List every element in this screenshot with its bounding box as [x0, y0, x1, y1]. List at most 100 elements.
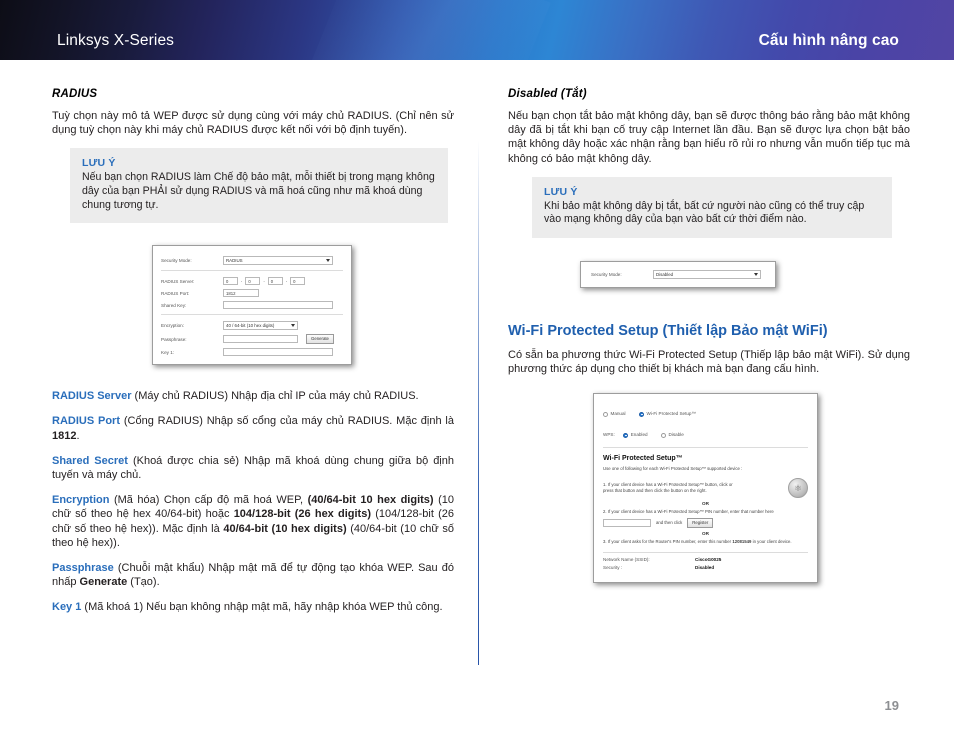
manual-option[interactable]: Manual — [603, 411, 626, 417]
divider — [603, 551, 808, 553]
definition-text: (Cổng RADIUS) Nhập số cổng của máy chủ R… — [120, 415, 454, 428]
key1-label: Key 1: — [161, 349, 175, 355]
wps-panel-title: Wi-Fi Protected Setup™ — [603, 455, 683, 463]
definition-key1: Key 1 (Mã khoá 1) Nếu bạn không nhập mật… — [52, 600, 454, 614]
radius-server-label: RADIUS Server: — [161, 278, 195, 284]
security-mode-label: Security Mode: — [591, 272, 622, 277]
page-number: 19 — [884, 698, 899, 713]
ssid-value: CiscoG0025 — [695, 556, 722, 562]
divider — [161, 270, 343, 272]
left-column: RADIUS Tuỳ chọn này mô tả WEP được sử dụ… — [52, 88, 454, 615]
definition-text: (Tạo). — [127, 576, 160, 589]
shared-key-input[interactable] — [223, 301, 333, 310]
radius-port-label: RADIUS Port: — [161, 290, 190, 296]
disabled-note-box: LƯU Ý Khi bảo mật không dây bị tắt, bất … — [532, 176, 892, 238]
passphrase-input[interactable] — [223, 335, 298, 344]
wps-mode-radio-group[interactable]: Manual Wi-Fi Protected Setup™ — [603, 402, 808, 420]
radio-unchecked-icon[interactable] — [603, 411, 608, 417]
wps-push-button-icon[interactable]: ⚛ — [788, 478, 808, 499]
header-chapter-title: Cấu hình nâng cao — [758, 32, 899, 49]
header-product-title: Linksys X-Series — [57, 32, 175, 49]
definition-text: . — [76, 429, 80, 442]
wps-enable-radio-group[interactable]: WPS: Enabled Disable — [603, 423, 808, 441]
encryption-label: Encryption: — [161, 323, 184, 329]
octet-separator: . — [263, 278, 265, 285]
wps-or-separator-2: OR — [702, 530, 709, 536]
divider — [603, 447, 808, 449]
key1-input[interactable] — [223, 348, 333, 357]
column-divider — [478, 140, 479, 665]
security-value: Disabled — [695, 564, 715, 570]
radius-server-octet-1[interactable]: 0 — [223, 277, 238, 286]
right-column: Disabled (Tắt) Nếu bạn chọn tắt bảo mật … — [508, 88, 910, 583]
chevron-down-icon — [326, 259, 330, 263]
note-text: Khi bảo mật không dây bị tắt, bất cứ ngư… — [544, 199, 865, 226]
security-mode-disabled-figure: Security Mode: Disabled — [580, 261, 776, 288]
radius-section-heading: RADIUS — [52, 88, 98, 100]
definition-term: RADIUS Server — [52, 390, 132, 403]
security-mode-value: RADIUS — [226, 258, 243, 264]
radius-intro-paragraph: Tuỳ chọn này mô tả WEP được sử dụng cùng… — [52, 110, 454, 137]
radius-server-octet-3[interactable]: 0 — [267, 277, 283, 286]
wps-panel-subtitle: Use one of following for each Wi-Fi Prot… — [603, 466, 743, 472]
security-mode-label: Security Mode: — [161, 258, 192, 264]
security-mode-select[interactable]: Disabled — [653, 270, 761, 279]
definition-term: Encryption — [52, 494, 110, 507]
wps-disable-option[interactable]: Disable — [661, 432, 684, 438]
wps-figure: Manual Wi-Fi Protected Setup™ WPS: Enabl… — [593, 393, 818, 583]
passphrase-label: Passphrase: — [161, 336, 187, 342]
definition-text: (Mã khoá 1) Nếu bạn không nhập mật mã, h… — [81, 601, 443, 614]
wps-step-3: 3. If your client asks for the Router's … — [603, 539, 808, 545]
wps-intro-paragraph: Có sẵn ba phương thức Wi-Fi Protected Se… — [508, 349, 910, 376]
definition-bold: 1812 — [52, 429, 77, 442]
definition-radius-server: RADIUS Server (Máy chủ RADIUS) Nhập địa … — [52, 389, 454, 403]
wps-or-separator-1: OR — [702, 501, 709, 507]
security-label: Security : — [603, 564, 623, 570]
wps-enabled-option[interactable]: Enabled — [623, 432, 648, 438]
disable-label: Disable — [668, 432, 684, 438]
definition-text: (Máy chủ RADIUS) Nhập địa chỉ IP của máy… — [131, 390, 419, 403]
encryption-value: 40 / 64-bit (10 hex digits) — [226, 323, 275, 329]
wps-step-3-text-a: 3. If your client asks for the Router's … — [603, 538, 733, 544]
security-mode-value: Disabled — [656, 272, 674, 277]
wps-option[interactable]: Wi-Fi Protected Setup™ — [639, 411, 697, 417]
definition-encryption: Encryption (Mã hóa) Chọn cấp độ mã hoá W… — [52, 493, 454, 550]
radius-note-box: LƯU Ý Nếu bạn chọn RADIUS làm Chế độ bảo… — [70, 148, 448, 224]
definition-shared-secret: Shared Secret (Khoá được chia sẻ) Nhập m… — [52, 454, 454, 482]
wps-step-2-after: and then click — [656, 519, 683, 525]
disabled-intro-paragraph: Nếu bạn chọn tắt bảo mật không dây, bạn … — [508, 110, 910, 165]
radio-checked-icon[interactable] — [639, 411, 645, 417]
definition-text: (Mã hóa) Chọn cấp độ mã hoá WEP, — [109, 494, 308, 507]
ssid-label: Network Name (SSID): — [603, 556, 650, 562]
manual-label: Manual — [610, 411, 626, 417]
encryption-select[interactable]: 40 / 64-bit (10 hex digits) — [223, 321, 298, 331]
wps-option-label: Wi-Fi Protected Setup™ — [646, 411, 697, 417]
shared-key-label: Shared Key: — [161, 302, 187, 308]
definition-bold: (40/64-bit 10 hex digits) — [307, 494, 434, 507]
wps-security-row: Security : Disabled — [603, 565, 808, 570]
note-title: LƯU Ý — [82, 157, 116, 170]
definition-radius-port: RADIUS Port (Cổng RADIUS) Nhập số cổng c… — [52, 414, 454, 442]
definition-bold: 104/128-bit (26 hex digits) — [233, 508, 371, 521]
chevron-down-icon — [754, 273, 758, 276]
wps-step-3-text-b: in your client device. — [751, 538, 792, 544]
wps-label: WPS: — [603, 432, 615, 438]
definition-bold: Generate — [79, 576, 128, 589]
wps-router-pin: 12081549 — [732, 538, 752, 544]
disabled-section-heading: Disabled (Tắt) — [508, 88, 587, 100]
radius-port-input[interactable]: 1812 — [223, 289, 259, 298]
octet-separator: . — [241, 278, 243, 285]
enabled-label: Enabled — [630, 432, 648, 438]
security-mode-select[interactable]: RADIUS — [223, 256, 333, 266]
radius-server-octet-2[interactable]: 0 — [245, 277, 261, 286]
wps-step-1: 1. If your client device has a Wi-Fi Pro… — [603, 482, 733, 494]
radio-checked-icon[interactable] — [623, 432, 629, 438]
radius-definitions: RADIUS Server (Máy chủ RADIUS) Nhập địa … — [52, 389, 454, 614]
radius-server-octet-4[interactable]: 0 — [290, 277, 306, 286]
wps-pin-input[interactable] — [603, 518, 651, 527]
radio-unchecked-icon[interactable] — [661, 432, 667, 438]
octet-separator: . — [285, 278, 288, 285]
register-button[interactable]: Register — [687, 517, 714, 528]
generate-button[interactable]: Generate — [306, 334, 334, 345]
radius-server-octet-group[interactable]: 0 . 0 . 0 . 0 — [223, 277, 308, 286]
